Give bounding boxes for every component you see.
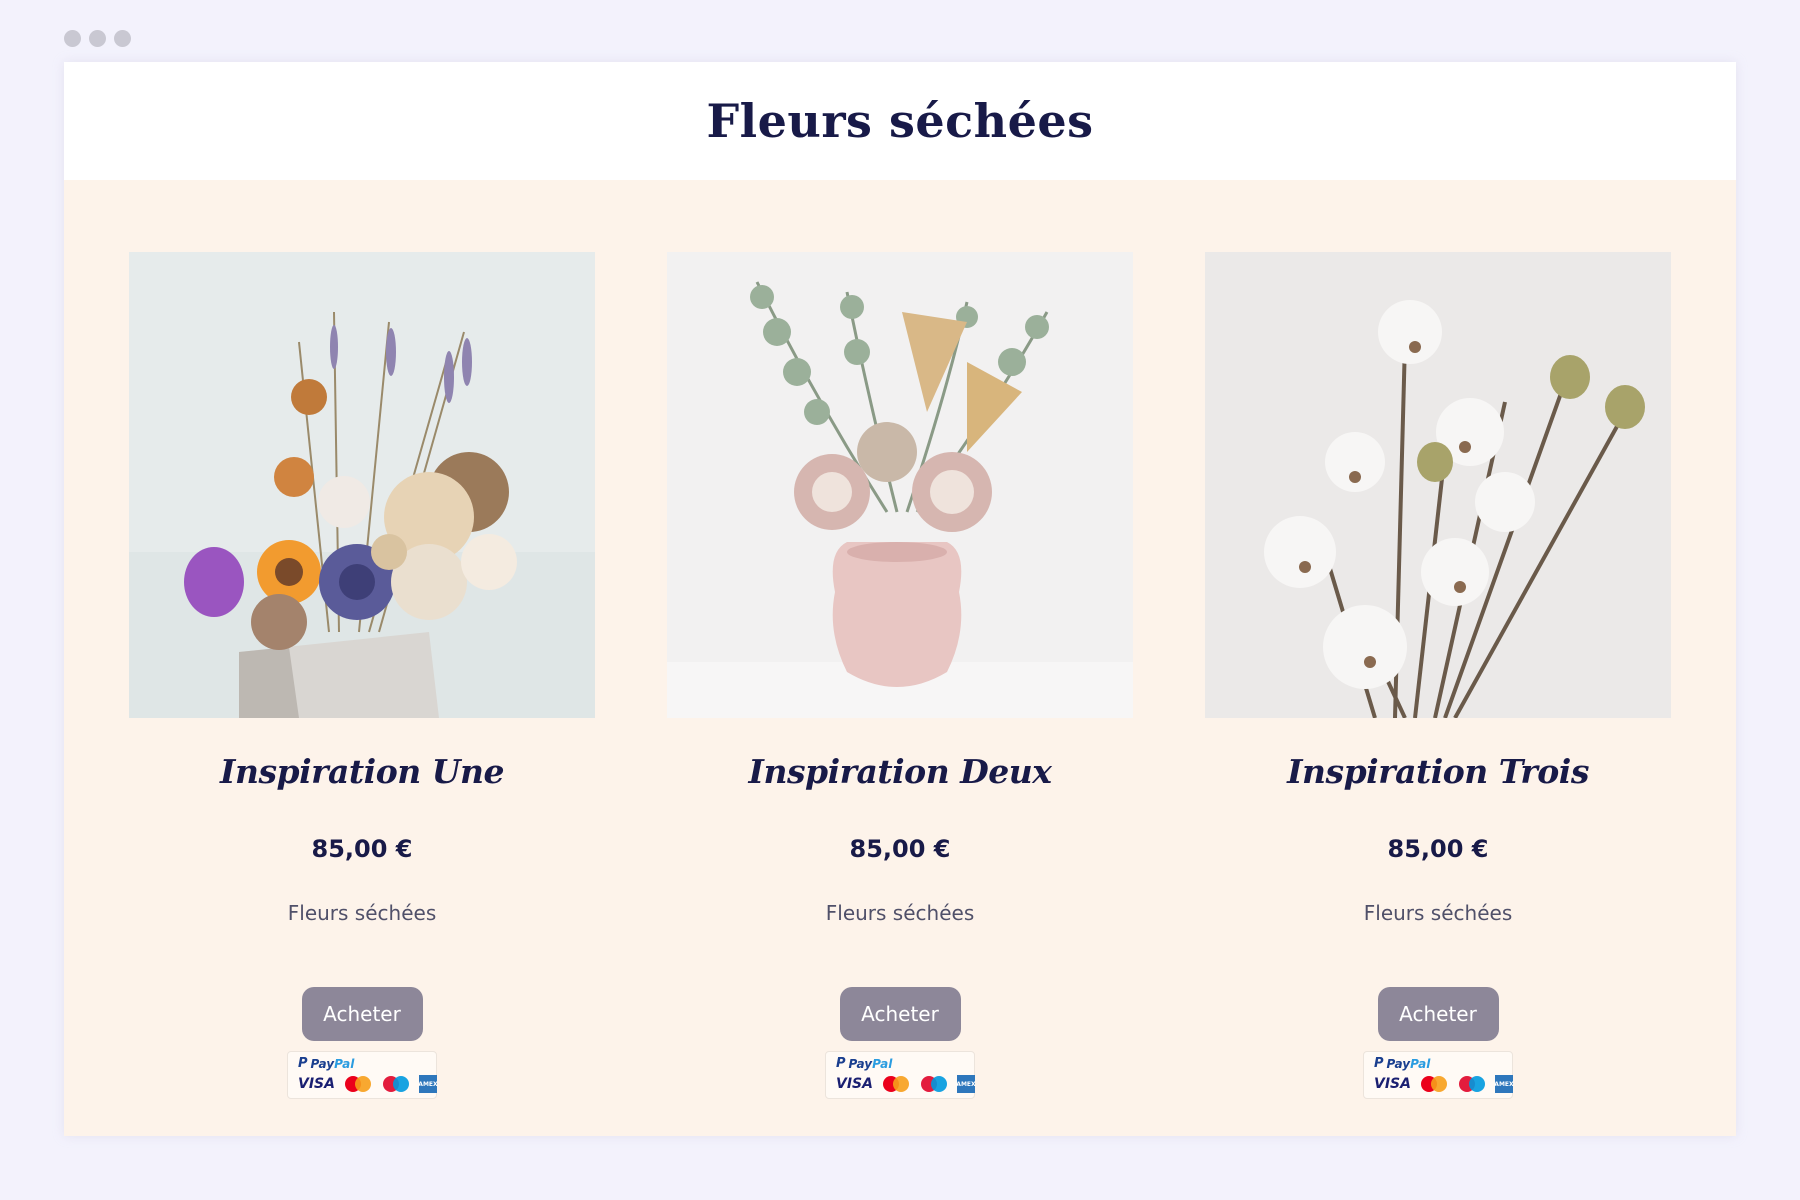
- buy-button[interactable]: Acheter: [1377, 987, 1499, 1041]
- payment-methods: P PayPal VISA AMEX: [1363, 1051, 1514, 1099]
- product-price: 85,00 €: [1387, 835, 1489, 863]
- product-card: Inspiration Trois 85,00 € Fleurs séchées…: [1205, 252, 1671, 1112]
- card-logos: VISA AMEX: [1374, 1075, 1514, 1093]
- product-image[interactable]: [129, 252, 595, 718]
- window-dot[interactable]: [114, 30, 131, 47]
- paypal-wordmark: PayPal: [849, 1057, 893, 1071]
- product-price: 85,00 €: [311, 835, 413, 863]
- paypal-logo: P PayPal: [298, 1056, 354, 1071]
- window-controls: [64, 30, 131, 47]
- paypal-pal: Pal: [1410, 1056, 1431, 1071]
- payment-wrap: P PayPal VISA AMEX: [129, 1051, 595, 1099]
- buy-wrap: Acheter: [667, 987, 1133, 1041]
- amex-icon: AMEX: [956, 1075, 976, 1093]
- maestro-icon: [1458, 1076, 1485, 1092]
- product-price: 85,00 €: [849, 835, 951, 863]
- buy-wrap: Acheter: [129, 987, 595, 1041]
- buy-button[interactable]: Acheter: [301, 987, 423, 1041]
- amex-icon: AMEX: [418, 1075, 438, 1093]
- paypal-mark: P: [298, 1056, 308, 1071]
- paypal-logo: P PayPal: [836, 1056, 892, 1071]
- page-header: Fleurs séchées: [64, 62, 1736, 180]
- payment-methods: P PayPal VISA AMEX: [825, 1051, 976, 1099]
- paypal-mark: P: [836, 1056, 846, 1071]
- product-image[interactable]: [1205, 252, 1671, 718]
- visa-logo: VISA: [836, 1076, 873, 1092]
- page-title: Fleurs séchées: [706, 94, 1094, 148]
- card-logos: VISA AMEX: [836, 1075, 976, 1093]
- paypal-mark: P: [1374, 1056, 1384, 1071]
- paypal-pay: Pay: [310, 1056, 335, 1071]
- visa-logo: VISA: [1374, 1076, 1411, 1092]
- product-name[interactable]: Inspiration Une: [129, 752, 595, 791]
- buy-wrap: Acheter: [1205, 987, 1671, 1041]
- paypal-logo: P PayPal: [1374, 1056, 1430, 1071]
- product-name[interactable]: Inspiration Trois: [1205, 752, 1671, 791]
- payment-wrap: P PayPal VISA AMEX: [667, 1051, 1133, 1099]
- window-dot[interactable]: [89, 30, 106, 47]
- maestro-icon: [920, 1076, 947, 1092]
- product-category: Fleurs séchées: [287, 901, 437, 925]
- product-category: Fleurs séchées: [1363, 901, 1513, 925]
- mastercard-icon: [1420, 1076, 1447, 1092]
- window-dot[interactable]: [64, 30, 81, 47]
- product-image[interactable]: [667, 252, 1133, 718]
- buy-button[interactable]: Acheter: [839, 987, 961, 1041]
- mastercard-icon: [882, 1076, 909, 1092]
- product-card: Inspiration Deux 85,00 € Fleurs séchées …: [667, 252, 1133, 1112]
- amex-icon: AMEX: [1494, 1075, 1514, 1093]
- product-card: Inspiration Une 85,00 € Fleurs séchées A…: [129, 252, 595, 1112]
- card-logos: VISA AMEX: [298, 1075, 438, 1093]
- mastercard-icon: [344, 1076, 371, 1092]
- pink-vase-bouquet-image: [667, 252, 1133, 718]
- dried-bouquet-image: [129, 252, 595, 718]
- paypal-pay: Pay: [1386, 1056, 1411, 1071]
- visa-logo: VISA: [298, 1076, 335, 1092]
- shop-window: Fleurs séchées Inspiration Une 85,00 € F…: [64, 62, 1736, 1136]
- payment-methods: P PayPal VISA AMEX: [287, 1051, 438, 1099]
- product-name[interactable]: Inspiration Deux: [667, 752, 1133, 791]
- paypal-pal: Pal: [872, 1056, 893, 1071]
- cotton-stems-image: [1205, 252, 1671, 718]
- paypal-pay: Pay: [848, 1056, 873, 1071]
- paypal-wordmark: PayPal: [311, 1057, 355, 1071]
- product-category: Fleurs séchées: [825, 901, 975, 925]
- paypal-pal: Pal: [334, 1056, 355, 1071]
- paypal-wordmark: PayPal: [1387, 1057, 1431, 1071]
- payment-wrap: P PayPal VISA AMEX: [1205, 1051, 1671, 1099]
- maestro-icon: [382, 1076, 409, 1092]
- product-grid: Inspiration Une 85,00 € Fleurs séchées A…: [129, 252, 1671, 1112]
